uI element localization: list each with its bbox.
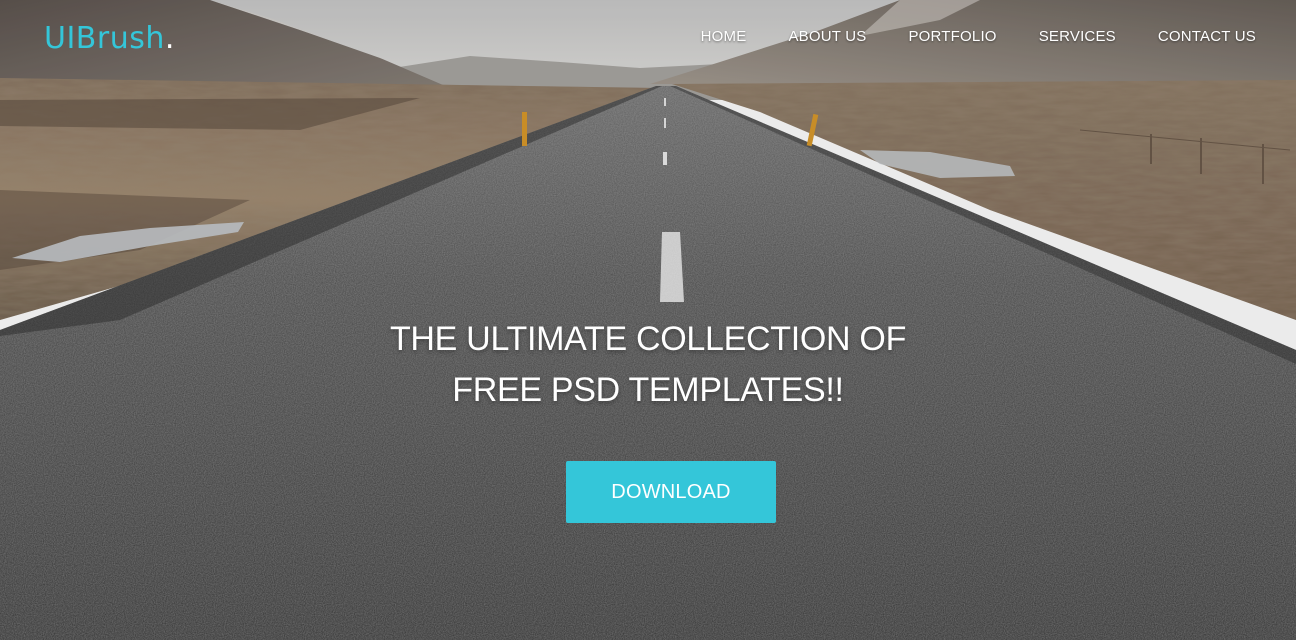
brand-logo[interactable]: UIBrush. [44, 20, 175, 58]
nav-item-contact-us[interactable]: CONTACT US [1158, 28, 1256, 45]
hero-headline: THE ULTIMATE COLLECTION OF FREE PSD TEMP… [0, 314, 1296, 416]
nav-item-home[interactable]: HOME [701, 28, 747, 45]
download-button[interactable]: DOWNLOAD [566, 461, 776, 523]
nav-item-about-us[interactable]: ABOUT US [788, 28, 866, 45]
headline-line-1: THE ULTIMATE COLLECTION OF [389, 320, 907, 358]
headline-line-2: FREE PSD TEMPLATES!! [452, 371, 844, 409]
brand-name: UIBrush [44, 21, 165, 56]
nav-item-portfolio[interactable]: PORTFOLIO [908, 28, 996, 45]
main-nav: HOME ABOUT US PORTFOLIO SERVICES CONTACT… [701, 28, 1256, 45]
brand-dot: . [164, 21, 175, 56]
nav-item-services[interactable]: SERVICES [1039, 28, 1116, 45]
